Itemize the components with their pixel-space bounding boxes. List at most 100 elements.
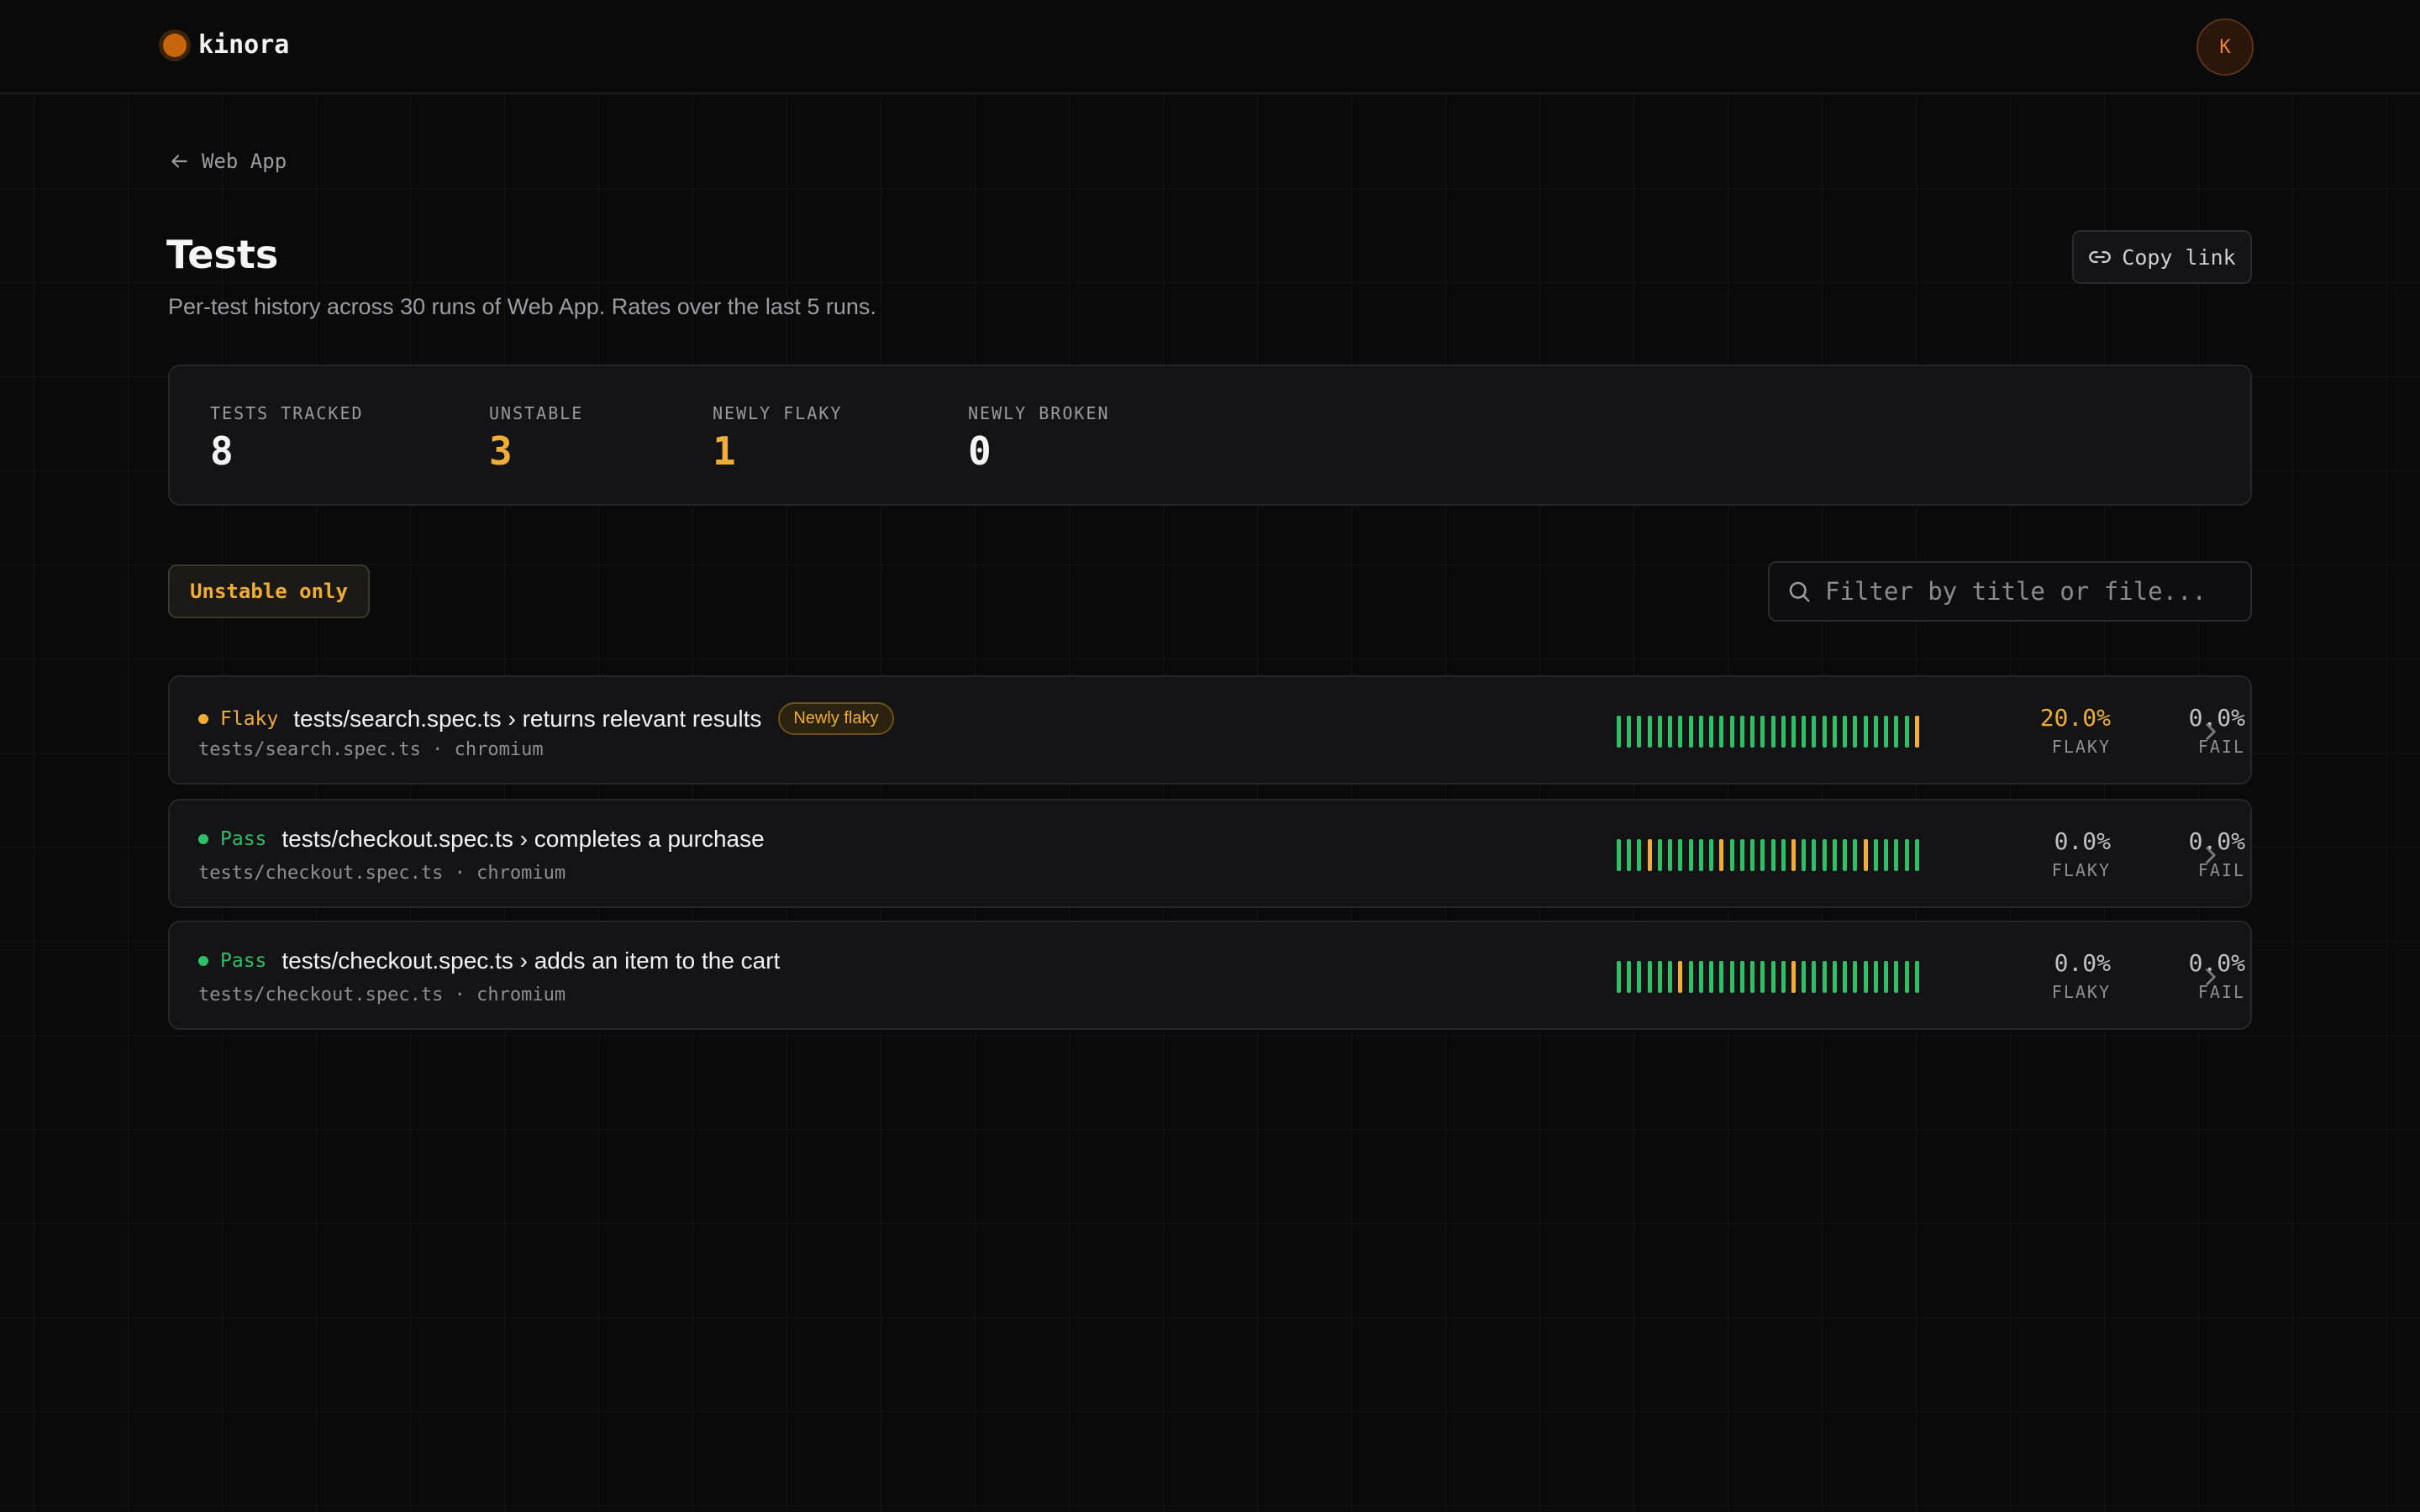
run-bar-pass	[1781, 716, 1786, 748]
run-bar-pass	[1709, 716, 1714, 748]
run-bar-pass	[1832, 716, 1837, 748]
run-bar-flaky	[1791, 961, 1796, 993]
fail-rate: 0.0%	[2188, 827, 2245, 855]
stat-label: UNSTABLE	[489, 403, 584, 423]
run-bar-flaky	[1791, 839, 1796, 871]
run-bar-pass	[1647, 961, 1652, 993]
run-bar-pass	[1668, 961, 1673, 993]
test-row-header: Flaky tests/search.spec.ts › returns rel…	[198, 702, 894, 735]
run-bar-pass	[1884, 839, 1889, 871]
run-bar-pass	[1894, 839, 1899, 871]
run-bar-pass	[1729, 839, 1734, 871]
run-bar-pass	[1760, 961, 1765, 993]
run-bar-pass	[1843, 716, 1848, 748]
run-bar-pass	[1781, 961, 1786, 993]
brand[interactable]: kinora	[163, 30, 289, 60]
flaky-label: FLAKY	[2051, 982, 2111, 1002]
run-bar-pass	[1688, 961, 1693, 993]
flaky-metric: 0.0% FLAKY	[2010, 949, 2111, 1002]
run-bar-pass	[1822, 961, 1827, 993]
run-bar-pass	[1873, 716, 1878, 748]
run-bar-pass	[1853, 839, 1858, 871]
test-meta: tests/checkout.spec.ts · chromium	[198, 863, 566, 884]
flaky-metric: 20.0% FLAKY	[2010, 704, 2111, 757]
avatar[interactable]: K	[2196, 18, 2254, 76]
app-name: kinora	[198, 30, 290, 60]
run-bar-pass	[1729, 961, 1734, 993]
run-bar-pass	[1657, 716, 1662, 748]
test-meta: tests/checkout.spec.ts · chromium	[198, 984, 566, 1005]
run-bar-pass	[1678, 839, 1683, 871]
flaky-rate: 0.0%	[2054, 827, 2111, 855]
run-bar-pass	[1832, 961, 1837, 993]
run-bar-pass	[1873, 961, 1878, 993]
run-bar-pass	[1688, 839, 1693, 871]
run-bar-pass	[1853, 716, 1858, 748]
stat-value: 3	[489, 428, 513, 474]
newly-flaky-badge: Newly flaky	[778, 702, 894, 735]
run-bar-pass	[1657, 961, 1662, 993]
chevron-right-icon[interactable]	[2196, 963, 2225, 991]
test-row[interactable]: Pass tests/checkout.spec.ts › completes …	[168, 799, 2252, 908]
run-bar-pass	[1843, 961, 1848, 993]
run-bar-pass	[1894, 716, 1899, 748]
test-title: tests/search.spec.ts › returns relevant …	[293, 705, 762, 732]
status-label: Pass	[220, 828, 267, 850]
run-bar-flaky	[1719, 839, 1724, 871]
status-dot	[198, 956, 208, 966]
run-bar-pass	[1678, 716, 1683, 748]
run-bar-pass	[1884, 716, 1889, 748]
run-bar-pass	[1657, 839, 1662, 871]
run-bar-pass	[1637, 716, 1642, 748]
stat-tests-tracked: TESTS TRACKED 8	[210, 403, 364, 474]
run-bar-pass	[1709, 961, 1714, 993]
chevron-right-icon[interactable]	[2196, 717, 2225, 746]
run-bar-pass	[1832, 839, 1837, 871]
run-bar-pass	[1750, 839, 1755, 871]
search-input[interactable]	[1823, 576, 2230, 606]
test-row[interactable]: Flaky tests/search.spec.ts › returns rel…	[168, 675, 2252, 785]
run-bar-pass	[1791, 716, 1796, 748]
run-bar-pass	[1812, 961, 1817, 993]
test-row[interactable]: Pass tests/checkout.spec.ts › adds an it…	[168, 921, 2252, 1030]
run-bar-flaky	[1678, 961, 1683, 993]
chevron-right-icon[interactable]	[2196, 841, 2225, 869]
run-bar-pass	[1750, 716, 1755, 748]
stat-label: NEWLY FLAKY	[713, 403, 843, 423]
run-bar-pass	[1647, 716, 1652, 748]
copy-link-label: Copy link	[2122, 244, 2236, 270]
fail-metric: 0.0% FAIL	[2144, 827, 2245, 880]
flaky-label: FLAKY	[2051, 737, 2111, 757]
run-bar-pass	[1637, 839, 1642, 871]
fail-rate: 0.0%	[2188, 704, 2245, 732]
back-link[interactable]: Web App	[168, 150, 287, 173]
run-bar-pass	[1719, 716, 1724, 748]
run-bar-pass	[1617, 716, 1621, 748]
run-bar-pass	[1698, 961, 1703, 993]
run-bar-pass	[1812, 716, 1817, 748]
test-row-header: Pass tests/checkout.spec.ts › adds an it…	[198, 948, 780, 974]
run-bar-pass	[1914, 961, 1919, 993]
run-bar-pass	[1627, 839, 1632, 871]
test-row-header: Pass tests/checkout.spec.ts › completes …	[198, 826, 765, 853]
run-bar-pass	[1688, 716, 1693, 748]
run-bar-pass	[1709, 839, 1714, 871]
run-bar-pass	[1739, 716, 1744, 748]
fail-rate: 0.0%	[2188, 949, 2245, 977]
back-link-label: Web App	[202, 150, 287, 173]
test-title: tests/checkout.spec.ts › completes a pur…	[281, 826, 765, 852]
run-bar-flaky	[1914, 716, 1919, 748]
stat-value: 8	[210, 428, 234, 474]
run-bar-pass	[1802, 961, 1807, 993]
unstable-only-toggle[interactable]: Unstable only	[168, 564, 370, 618]
top-bar: kinora K	[0, 0, 2420, 94]
run-bar-pass	[1802, 839, 1807, 871]
fail-label: FAIL	[2197, 860, 2245, 880]
stat-newly-flaky: NEWLY FLAKY 1	[713, 403, 842, 474]
run-bar-pass	[1781, 839, 1786, 871]
run-bar-pass	[1750, 961, 1755, 993]
fail-metric: 0.0% FAIL	[2144, 704, 2245, 757]
copy-link-button[interactable]: Copy link	[2072, 230, 2252, 284]
stat-value: 0	[968, 428, 992, 474]
search-box	[1768, 561, 2252, 622]
